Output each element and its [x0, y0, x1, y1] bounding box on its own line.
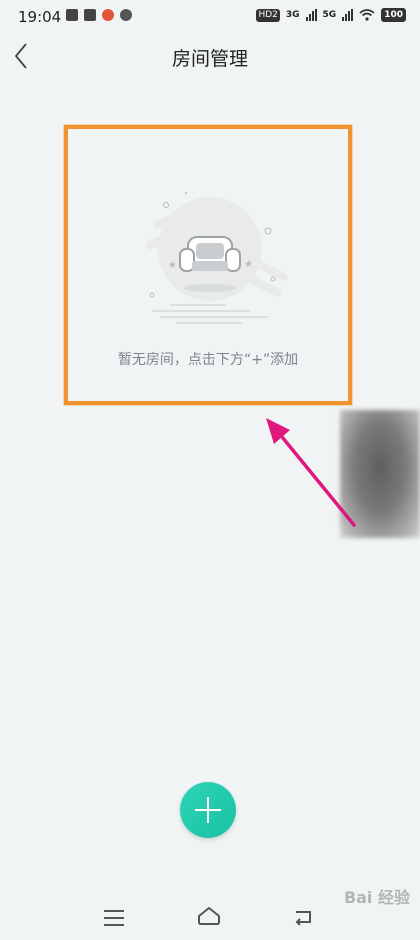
- battery-icon: 100: [381, 8, 406, 22]
- back-icon[interactable]: [292, 906, 314, 928]
- menu-icon[interactable]: [104, 910, 124, 926]
- status-time: 19:04: [18, 8, 62, 26]
- network-3g-label: 3G: [285, 10, 300, 20]
- status-bar: 19:04 HD2 3G 5G 100: [0, 0, 420, 34]
- sim-card-icon: [84, 9, 96, 21]
- weibo-icon: [102, 9, 114, 21]
- page-title: 房间管理: [171, 48, 248, 70]
- hd-badge: HD2: [256, 8, 280, 22]
- network-5g-label: 5G: [322, 10, 337, 20]
- highlight-annotation-box: [64, 125, 352, 405]
- annotation-arrow-icon: [266, 418, 356, 527]
- home-icon[interactable]: [196, 904, 222, 928]
- watermark: Bai 经验: [343, 888, 410, 907]
- plus-icon: [207, 797, 209, 823]
- add-room-button[interactable]: [180, 782, 236, 838]
- shield-check-icon: [66, 9, 78, 21]
- app-face-icon: [120, 9, 132, 21]
- signal-icon: [305, 9, 317, 21]
- system-status-icons: HD2 3G 5G 100: [256, 8, 406, 22]
- signal-icon: [342, 9, 354, 21]
- app-header: 房间管理: [0, 34, 420, 78]
- notification-icons: [66, 9, 132, 21]
- wifi-icon: [359, 9, 375, 21]
